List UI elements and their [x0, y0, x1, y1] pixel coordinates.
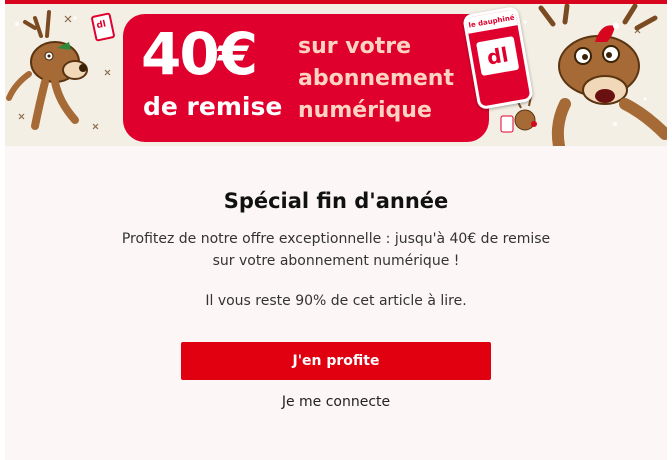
login-link[interactable]: Je me connecte [5, 394, 667, 410]
offer-text-line-1: Profitez de notre offre exceptionnelle :… [121, 231, 551, 247]
promo-amount: 40€ [141, 20, 258, 88]
mini-phone-logo: dl [95, 19, 108, 32]
promo-line-3: numérique [298, 98, 432, 123]
paywall-title: Spécial fin d'année [223, 189, 449, 213]
right-reindeer-icon [538, 4, 667, 146]
promo-line-1: sur votre [298, 34, 412, 59]
paywall-card: Spécial fin d'année Profitez de notre of… [5, 146, 667, 460]
phone-logo: dl [475, 35, 520, 77]
promo-subline: de remise [143, 92, 283, 121]
left-reindeer-icon [6, 10, 88, 130]
promo-line-2: abonnement [298, 66, 454, 91]
subscribe-button[interactable]: J'en profite [181, 342, 491, 380]
offer-text-line-2: sur votre abonnement numérique ! [212, 253, 460, 269]
phone-header: le dauphiné [465, 9, 518, 34]
promo-offer-box: 40€ de remise sur votre abonnement numér… [123, 14, 489, 142]
promo-banner[interactable]: dl 40€ de remise sur votre abonnement nu… [5, 4, 667, 146]
remaining-article-text: Il vous reste 90% de cet article à lire. [205, 293, 467, 309]
